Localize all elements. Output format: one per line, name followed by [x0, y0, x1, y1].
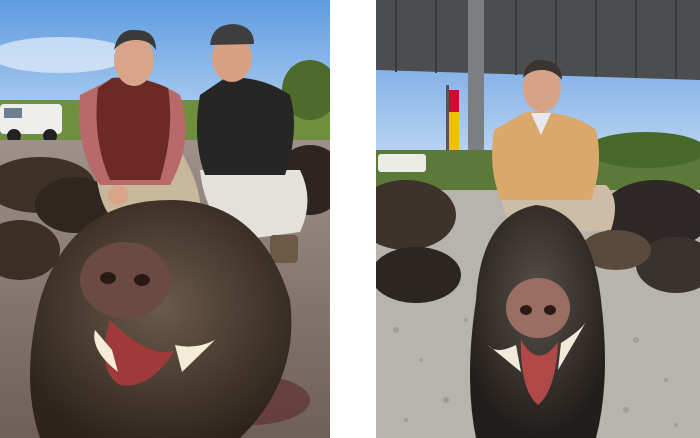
- photo-right: [376, 0, 700, 438]
- photo-right-scene: [376, 0, 700, 438]
- boar-head: [470, 205, 605, 438]
- photo-left-scene: [0, 0, 330, 438]
- photo-divider: [330, 0, 376, 438]
- truck: [378, 154, 426, 172]
- photo-left: [0, 0, 330, 438]
